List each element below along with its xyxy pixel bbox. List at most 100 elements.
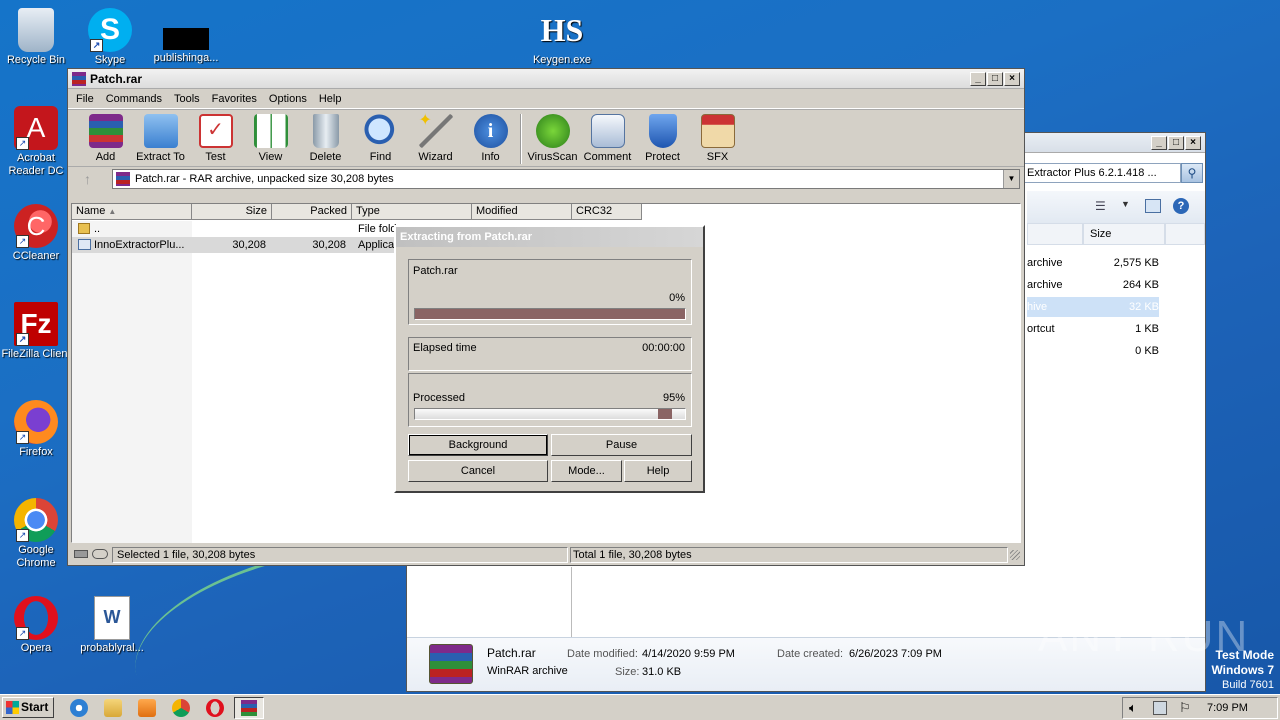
maximize-icon[interactable]: □ bbox=[1168, 136, 1184, 150]
view-options-icon[interactable]: ☰ bbox=[1095, 199, 1111, 213]
processed-group: Processed 95% bbox=[408, 373, 692, 427]
desktop-icon-word-doc[interactable]: W probablyral... bbox=[76, 596, 148, 655]
file-name: .. bbox=[94, 223, 101, 235]
desktop-icon-publishinga[interactable]: publishinga... bbox=[150, 8, 222, 64]
column-header-type[interactable]: Type bbox=[352, 204, 472, 220]
explorer-column-header-size[interactable]: Size bbox=[1083, 223, 1165, 245]
sfx-box-icon bbox=[700, 114, 735, 148]
desktop-icon-recycle-bin[interactable]: Recycle Bin bbox=[0, 8, 72, 67]
add-button[interactable]: Add bbox=[78, 110, 133, 163]
menu-commands[interactable]: Commands bbox=[100, 93, 168, 105]
menu-favorites[interactable]: Favorites bbox=[206, 93, 263, 105]
volume-icon[interactable]: 🔈︎ bbox=[1129, 700, 1137, 716]
clock[interactable]: 7:09 PM bbox=[1207, 702, 1248, 714]
desktop-icon-skype[interactable]: S ↗ Skype bbox=[74, 8, 146, 67]
column-header-modified[interactable]: Modified bbox=[472, 204, 572, 220]
column-header-packed[interactable]: Packed bbox=[272, 204, 352, 220]
winrar-window-controls: _ □ × bbox=[970, 72, 1020, 86]
delete-button[interactable]: Delete bbox=[298, 110, 353, 163]
protect-button[interactable]: Protect bbox=[635, 110, 690, 163]
desktop-icon-ccleaner[interactable]: C ↗ CCleaner bbox=[0, 204, 72, 263]
winrar-titlebar[interactable]: Patch.rar bbox=[68, 69, 1024, 89]
desktop-icon-label: FileZilla Client bbox=[1, 348, 71, 360]
close-icon[interactable]: × bbox=[1004, 72, 1020, 86]
chevron-down-icon[interactable]: ▼ bbox=[1121, 199, 1130, 209]
info-button[interactable]: i Info bbox=[463, 110, 518, 163]
explorer-row-selected[interactable]: hive 32 KB bbox=[1027, 297, 1159, 317]
row-type: archive bbox=[1027, 279, 1063, 291]
sfx-button[interactable]: SFX bbox=[690, 110, 745, 163]
chevron-down-icon[interactable]: ▼ bbox=[1003, 170, 1019, 188]
help-icon[interactable]: ? bbox=[1173, 198, 1189, 214]
minimize-icon[interactable]: _ bbox=[970, 72, 986, 86]
tool-label: Comment bbox=[583, 151, 632, 163]
desktop-icon-chrome[interactable]: ↗ Google Chrome bbox=[0, 498, 72, 570]
cancel-button[interactable]: Cancel bbox=[408, 460, 548, 482]
winrar-addressbar: ↑ Patch.rar - RAR archive, unpacked size… bbox=[68, 167, 1024, 191]
opera-taskbar-icon[interactable] bbox=[206, 699, 224, 717]
start-button[interactable]: Start bbox=[2, 697, 54, 718]
file-type: Applicat bbox=[358, 239, 398, 251]
explorer-row[interactable]: 0 KB bbox=[1027, 341, 1159, 361]
menu-help[interactable]: Help bbox=[313, 93, 348, 105]
extract-dialog[interactable]: Extracting from Patch.rar Patch.rar 0% E… bbox=[394, 225, 705, 493]
tool-label: Extract To bbox=[136, 151, 185, 163]
menu-options[interactable]: Options bbox=[263, 93, 313, 105]
desktop-icon-filezilla[interactable]: Fz ↗ FileZilla Client bbox=[0, 302, 72, 361]
test-button[interactable]: ✓ Test bbox=[188, 110, 243, 163]
explorer-row[interactable]: archive 264 KB bbox=[1027, 275, 1159, 295]
explorer-row[interactable]: archive 2,575 KB bbox=[1027, 253, 1159, 273]
internet-explorer-icon[interactable] bbox=[70, 699, 88, 717]
shield-icon bbox=[648, 114, 677, 148]
column-header-size[interactable]: Size bbox=[192, 204, 272, 220]
minimize-icon[interactable]: _ bbox=[1151, 136, 1167, 150]
pause-button[interactable]: Pause bbox=[551, 434, 692, 456]
mode-button[interactable]: Mode... bbox=[551, 460, 622, 482]
chrome-taskbar-icon[interactable] bbox=[172, 699, 190, 717]
menu-file[interactable]: File bbox=[70, 93, 100, 105]
media-player-icon[interactable] bbox=[138, 699, 156, 717]
extract-dialog-titlebar[interactable]: Extracting from Patch.rar bbox=[396, 227, 703, 247]
up-arrow-icon[interactable]: ↑ bbox=[72, 171, 112, 187]
preview-pane-icon[interactable] bbox=[1145, 199, 1161, 213]
close-icon[interactable]: × bbox=[1185, 136, 1201, 150]
network-icon[interactable] bbox=[1153, 701, 1167, 715]
explorer-search-box[interactable]: Extractor Plus 6.2.1.418 ... bbox=[1024, 163, 1181, 183]
desktop-icon-label: Opera bbox=[20, 642, 52, 654]
wizard-button[interactable]: ✦ Wizard bbox=[408, 110, 463, 164]
trash-can-icon bbox=[312, 114, 339, 148]
winrar-taskbar-button[interactable] bbox=[234, 697, 264, 719]
comment-button[interactable]: Comment bbox=[580, 110, 635, 163]
column-header-name[interactable]: Name ▲ bbox=[72, 204, 192, 220]
maximize-icon[interactable]: □ bbox=[987, 72, 1003, 86]
background-button[interactable]: Background bbox=[408, 434, 548, 456]
menu-tools[interactable]: Tools bbox=[168, 93, 206, 105]
archive-name: Patch.rar bbox=[413, 265, 458, 277]
desktop-icon-firefox[interactable]: ↗ Firefox bbox=[0, 400, 72, 459]
desktop-icon-opera[interactable]: ↗ Opera bbox=[0, 596, 72, 655]
details-modified-value: 4/14/2020 9:59 PM bbox=[642, 648, 735, 660]
magnifier-icon bbox=[363, 114, 398, 148]
explorer-column-header-type[interactable] bbox=[1027, 223, 1083, 245]
processed-label: Processed bbox=[413, 392, 465, 404]
extract-to-button[interactable]: Extract To bbox=[133, 110, 188, 163]
virusscan-button[interactable]: VirusScan bbox=[525, 110, 580, 163]
explorer-row[interactable]: ortcut 1 KB bbox=[1027, 319, 1159, 339]
help-button[interactable]: Help bbox=[624, 460, 692, 482]
desktop-icon-keygen[interactable]: HS Keygen.exe bbox=[526, 8, 598, 66]
resize-grip-icon[interactable] bbox=[1010, 550, 1020, 560]
file-explorer-icon[interactable] bbox=[104, 699, 122, 717]
desktop-icon-acrobat[interactable]: A ↗ Acrobat Reader DC bbox=[0, 106, 72, 178]
winrar-statusbar: Selected 1 file, 30,208 bytes Total 1 fi… bbox=[70, 546, 1022, 564]
find-button[interactable]: Find bbox=[353, 110, 408, 163]
details-file-name: Patch.rar bbox=[487, 646, 536, 660]
view-button[interactable]: View bbox=[243, 110, 298, 163]
column-header-crc32[interactable]: CRC32 bbox=[572, 204, 642, 220]
address-field[interactable]: Patch.rar - RAR archive, unpacked size 3… bbox=[112, 169, 1020, 189]
window-title: Patch.rar bbox=[90, 71, 143, 86]
action-center-flag-icon[interactable]: ⚐ bbox=[1179, 700, 1191, 716]
desktop-icon-label: Google Chrome bbox=[16, 544, 56, 569]
search-icon[interactable]: ⚲ bbox=[1181, 163, 1203, 183]
table-row-selected[interactable]: InnoExtractorPlu... 30,208 30,208 Applic… bbox=[72, 237, 402, 253]
explorer-column-header-extra[interactable] bbox=[1165, 223, 1205, 245]
